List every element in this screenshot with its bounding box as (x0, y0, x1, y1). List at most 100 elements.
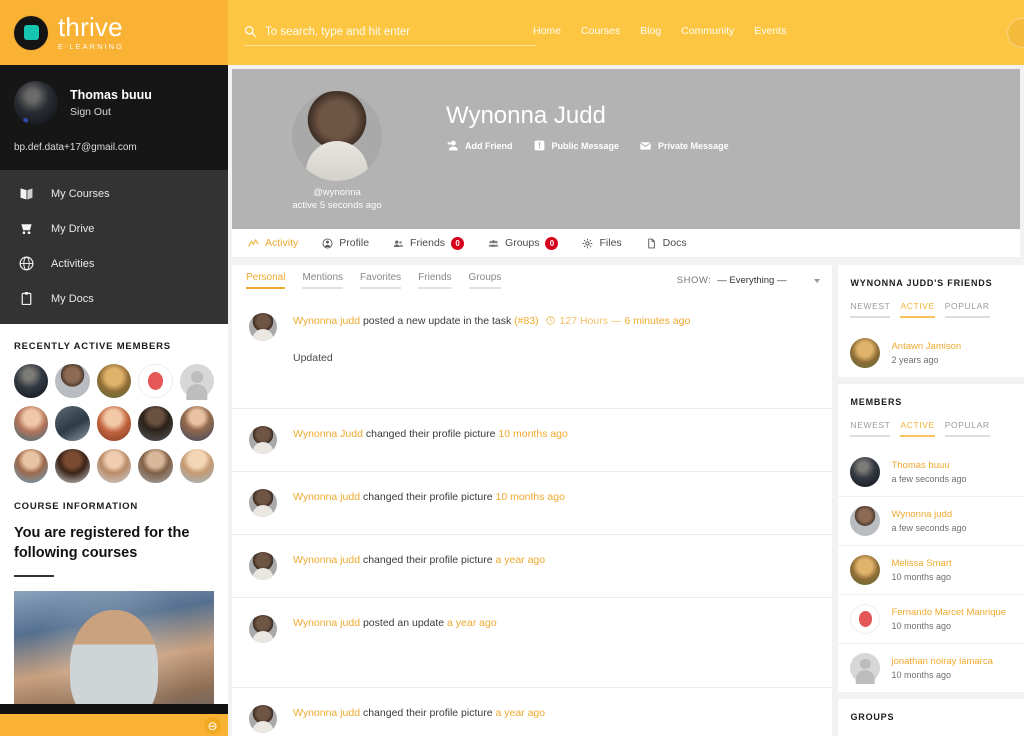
widget-tab-active[interactable]: ACTIVE (900, 301, 935, 318)
avatar[interactable] (249, 705, 277, 733)
subtab-favorites[interactable]: Favorites (360, 272, 402, 289)
profile-tabbar: Activity Profile Friends 0 Groups 0 File… (232, 229, 1020, 258)
activity-action: changed their profile picture (362, 554, 493, 566)
nav-events[interactable]: Events (754, 25, 786, 37)
tab-activity[interactable]: Activity (238, 229, 308, 258)
show-filter-select[interactable]: SHOW: — Everything — (677, 275, 821, 286)
list-item[interactable]: Thomas buuu a few seconds ago (838, 448, 1024, 496)
collapse-icon[interactable]: ⊖ (204, 717, 221, 734)
avatar[interactable] (14, 364, 49, 399)
section-title: COURSE INFORMATION (14, 501, 138, 513)
private-message-button[interactable]: Private Message (639, 139, 729, 152)
avatar[interactable] (96, 364, 132, 399)
avatar[interactable] (249, 426, 277, 454)
activity-time[interactable]: a year ago (447, 617, 497, 629)
list-item[interactable]: Fernando Marcet Manrique 10 months ago (838, 594, 1024, 643)
subtab-mentions[interactable]: Mentions (302, 272, 344, 289)
tab-friends[interactable]: Friends 0 (383, 229, 474, 258)
avatar (850, 653, 881, 683)
tab-profile[interactable]: Profile (312, 229, 379, 258)
public-message-button[interactable]: Public Message (533, 139, 619, 152)
header-avatar[interactable] (1007, 18, 1024, 48)
sidebar-user-block: Thomas buuu Sign Out bp.def.data+17@gmai… (0, 65, 228, 170)
activity-time[interactable]: a year ago (495, 554, 545, 566)
nav-home[interactable]: Home (533, 25, 561, 37)
avatar[interactable] (179, 448, 215, 484)
profile-icon (322, 238, 333, 248)
avatar[interactable] (249, 615, 277, 643)
avatar[interactable] (96, 406, 132, 441)
avatar[interactable] (55, 406, 90, 441)
list-item[interactable]: Antawn Jamison 2 years ago (838, 329, 1024, 377)
activity-user-link[interactable]: Wynonna judd (293, 491, 360, 503)
avatar[interactable] (249, 489, 277, 517)
tab-groups[interactable]: Groups 0 (478, 229, 568, 258)
activity-user-link[interactable]: Wynonna Judd (293, 428, 363, 440)
activity-time[interactable]: 10 months ago (495, 491, 564, 503)
list-item[interactable]: jonathan noiray lamarca 10 months ago (838, 643, 1024, 692)
avatar[interactable] (249, 313, 277, 341)
avatar[interactable] (96, 448, 132, 484)
button-label: Private Message (658, 140, 729, 151)
avatar[interactable] (55, 364, 90, 399)
list-item-name: Melissa Smart (891, 558, 952, 569)
avatar[interactable] (292, 91, 382, 181)
activity-user-link[interactable]: Wynonna judd (293, 617, 360, 629)
activity-user-link[interactable]: Wynonna judd (293, 315, 360, 327)
user-name: Thomas buuu (70, 88, 152, 102)
activity-user-link[interactable]: Wynonna judd (293, 707, 360, 719)
activity-item: Wynonna judd posted an update a year ago (232, 597, 833, 687)
list-item[interactable]: Wynonna judd a few seconds ago (838, 496, 1024, 545)
avatar[interactable] (14, 448, 49, 484)
nav-community[interactable]: Community (681, 25, 734, 37)
left-sidebar: Thomas buuu Sign Out bp.def.data+17@gmai… (0, 65, 228, 736)
sign-out-link[interactable]: Sign Out (70, 106, 152, 118)
friends-widget: WYNONNA JUDD'S FRIENDS NEWEST ACTIVE POP… (838, 265, 1024, 377)
sidebar-item-my-drive[interactable]: My Drive (0, 211, 228, 246)
sidebar-item-activities[interactable]: Activities (0, 246, 228, 281)
activity-user-link[interactable]: Wynonna judd (293, 554, 360, 566)
tab-label: Docs (662, 237, 687, 249)
sidebar-menu: My Courses My Drive Activities My Docs (0, 170, 228, 324)
tab-files[interactable]: Files (572, 229, 631, 258)
widget-tabs: NEWEST ACTIVE POPULAR (838, 407, 1024, 437)
search-box[interactable] (244, 21, 536, 46)
subtab-personal[interactable]: Personal (246, 272, 286, 289)
subtab-groups[interactable]: Groups (468, 272, 502, 289)
avatar[interactable] (249, 552, 277, 580)
activity-headline: Wynonna judd posted an update a year ago (293, 616, 497, 632)
avatar[interactable] (55, 448, 90, 484)
sidebar-item-label: My Docs (51, 292, 94, 305)
widget-tab-popular[interactable]: POPULAR (944, 301, 990, 318)
nav-courses[interactable]: Courses (581, 25, 620, 37)
list-item-name: Antawn Jamison (891, 341, 962, 352)
avatar[interactable] (138, 406, 173, 441)
widget-tab-popular[interactable]: POPULAR (944, 420, 990, 437)
avatar[interactable] (138, 448, 173, 484)
widget-tab-active[interactable]: ACTIVE (900, 420, 935, 437)
sidebar-item-my-docs[interactable]: My Docs (0, 281, 228, 316)
nav-blog[interactable]: Blog (640, 25, 661, 37)
tab-docs[interactable]: Docs (636, 229, 697, 258)
list-item[interactable]: Melissa Smart 10 months ago (838, 545, 1024, 594)
private-message-icon (639, 142, 652, 150)
activity-time[interactable]: a year ago (495, 707, 545, 719)
subtab-friends[interactable]: Friends (418, 272, 452, 289)
widget-tab-newest[interactable]: NEWEST (850, 420, 891, 437)
avatar[interactable] (138, 364, 173, 399)
avatar[interactable] (14, 406, 49, 441)
activity-time[interactable]: 10 months ago (498, 428, 567, 440)
sidebar-item-my-courses[interactable]: My Courses (0, 176, 228, 211)
search-input[interactable] (265, 25, 515, 38)
add-friend-button[interactable]: Add Friend (446, 139, 513, 152)
widget-tab-newest[interactable]: NEWEST (850, 301, 891, 318)
activity-headline: Wynonna judd posted a new update in the … (293, 314, 690, 330)
globe-icon (19, 256, 34, 271)
activity-task-link[interactable]: (#83) (514, 315, 539, 327)
logo[interactable]: thrive E-LEARNING (0, 0, 228, 65)
avatar[interactable] (179, 364, 215, 399)
avatar[interactable] (179, 406, 215, 441)
thrive-logo-icon (14, 15, 48, 50)
logo-subtitle: E-LEARNING (58, 42, 124, 52)
activity-time[interactable]: 6 minutes ago (624, 315, 690, 327)
